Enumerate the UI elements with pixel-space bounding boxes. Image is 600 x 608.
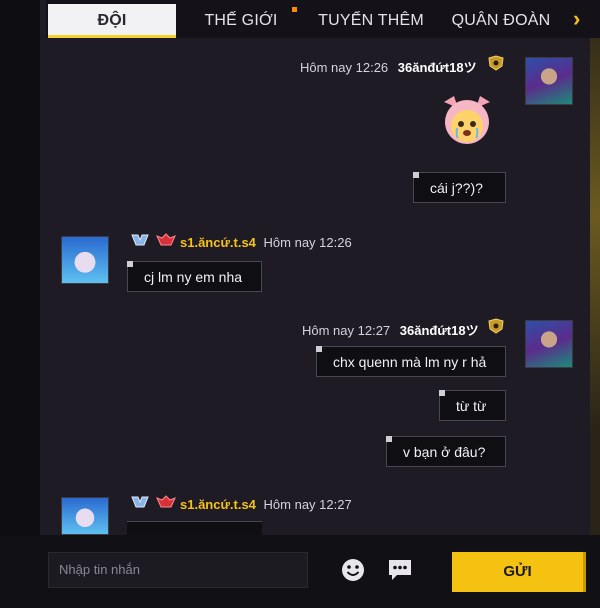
message-header: s1.ăncứ.t.s4 Hôm nay 12:27 — [180, 497, 352, 512]
rank-badge-icon — [131, 496, 149, 508]
avatar[interactable] — [61, 236, 109, 284]
sender-name[interactable]: s1.ăncứ.t.s4 — [180, 497, 256, 512]
message-time: Hôm nay 12:27 — [263, 497, 352, 512]
chevron-right-icon[interactable]: › — [573, 6, 580, 32]
guild-badge-icon — [156, 495, 176, 508]
message-bubble: cj lm ny em nha — [127, 261, 262, 292]
avatar[interactable] — [525, 57, 573, 105]
left-edge — [0, 0, 40, 535]
sender-name[interactable]: 36ănđứt18ツ — [400, 323, 479, 338]
rank-badge-icon — [131, 234, 149, 246]
right-edge — [590, 0, 600, 535]
message-time: Hôm nay 12:26 — [263, 235, 352, 250]
message-header: Hôm nay 12:26 36ănđứt18ツ — [300, 57, 477, 76]
tab-world[interactable]: THẾ GIỚI — [196, 4, 286, 38]
tab-recruit[interactable]: TUYỂN THÊM — [316, 4, 426, 38]
message-time: Hôm nay 12:26 — [300, 60, 389, 75]
tab-team[interactable]: ĐỘI — [48, 4, 176, 38]
message-bubble: v bạn ở đâu? — [386, 436, 506, 467]
tab-guild[interactable]: QUÂN ĐOÀN — [446, 4, 556, 38]
message-header: Hôm nay 12:27 36ănđứt18ツ — [302, 320, 479, 339]
send-button[interactable]: GỬI — [452, 552, 586, 592]
rank-badge-icon — [488, 55, 504, 71]
crying-sticker-icon — [444, 96, 490, 144]
avatar[interactable] — [525, 320, 573, 368]
message-header: s1.ăncứ.t.s4 Hôm nay 12:26 — [180, 235, 352, 250]
sender-name[interactable]: s1.ăncứ.t.s4 — [180, 235, 256, 250]
message-bubble: từ từ — [439, 390, 506, 421]
quick-chat-icon[interactable] — [387, 558, 413, 582]
sender-name[interactable]: 36ănđứt18ツ — [398, 60, 477, 75]
message-bubble-partial — [127, 521, 262, 536]
avatar[interactable] — [61, 497, 109, 535]
message-bubble: cái j??)? — [413, 172, 506, 203]
tab-bar: ĐỘI THẾ GIỚI TUYỂN THÊM QUÂN ĐOÀN — [46, 0, 600, 38]
guild-badge-icon — [156, 233, 176, 246]
chat-panel[interactable] — [40, 0, 590, 535]
notification-dot — [292, 7, 297, 12]
emoji-icon[interactable] — [341, 558, 365, 582]
message-bubble: chx quenn mà lm ny r hả — [316, 346, 506, 377]
message-time: Hôm nay 12:27 — [302, 323, 391, 338]
message-input[interactable]: Nhập tin nhắn — [48, 552, 308, 588]
rank-badge-icon — [488, 318, 504, 334]
